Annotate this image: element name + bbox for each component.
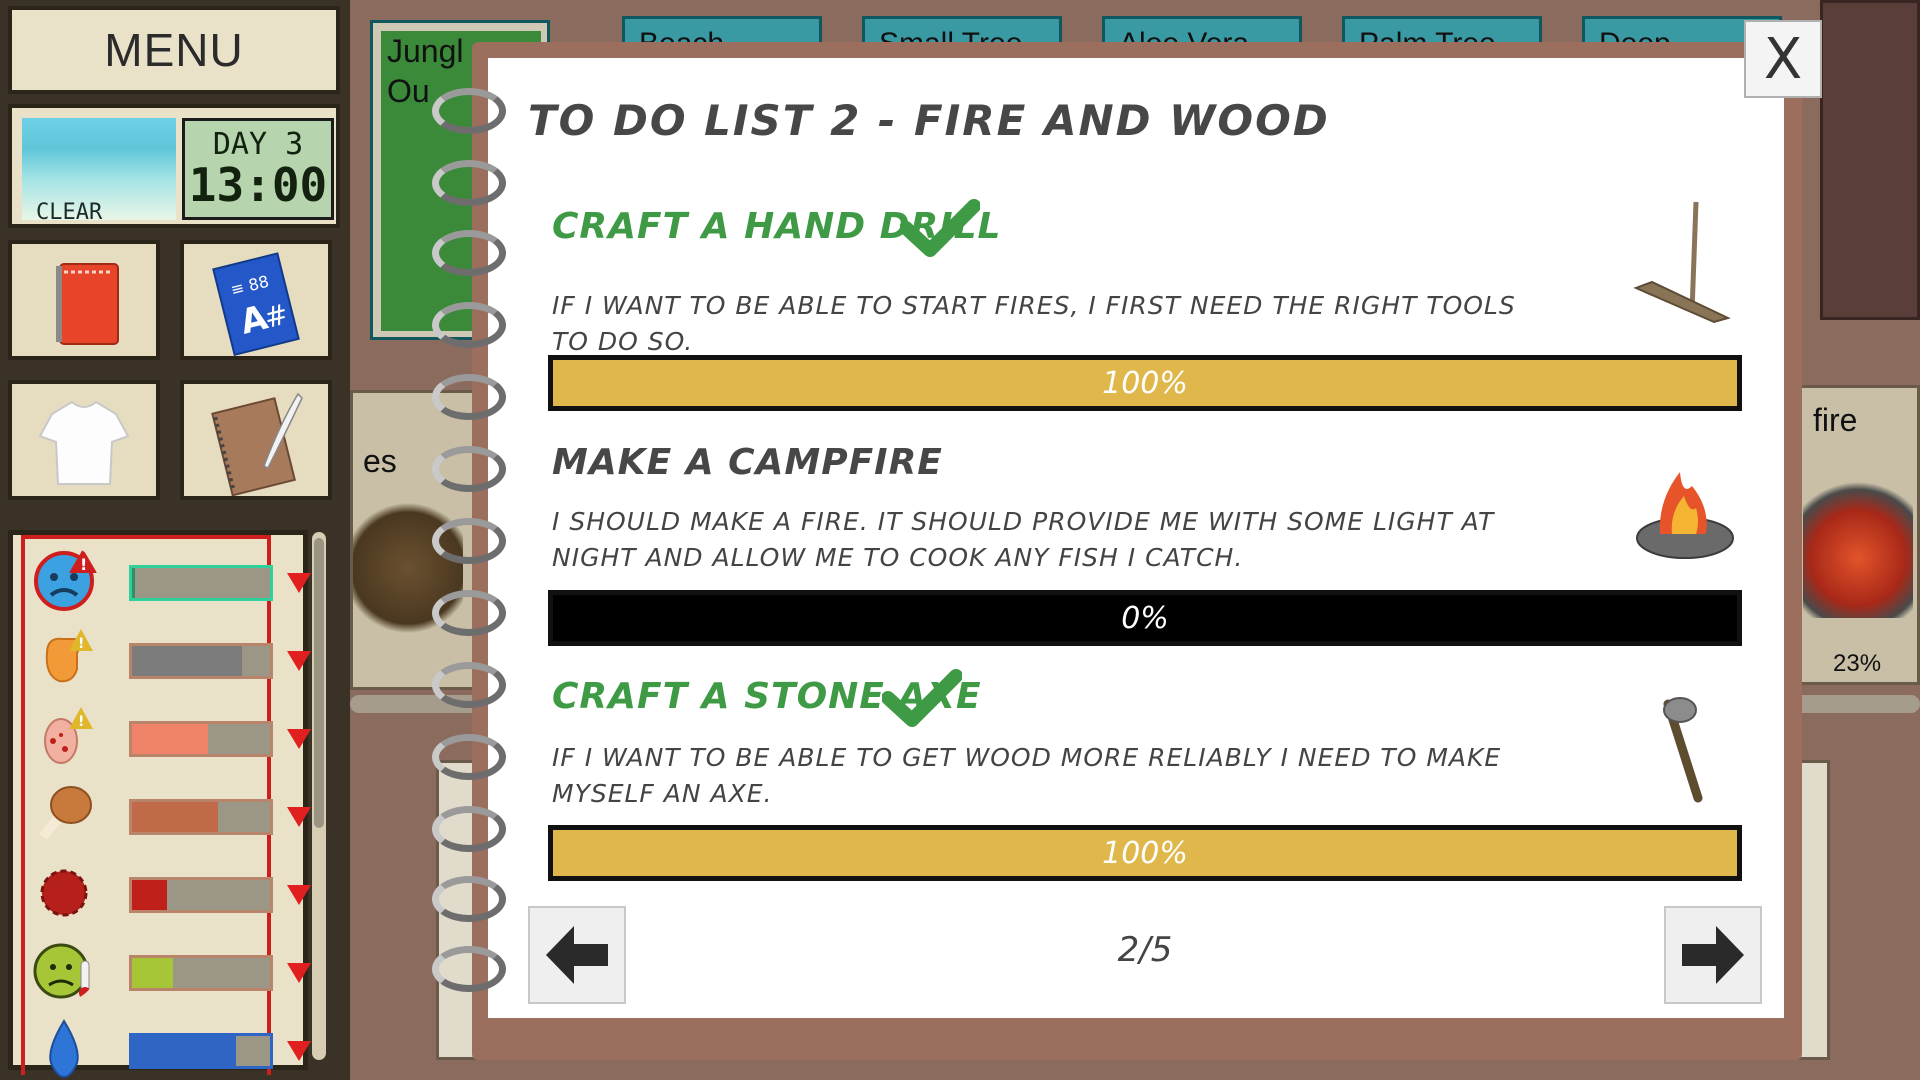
svg-text:!: ! [78,636,84,652]
decreasing-arrow-icon [287,885,311,905]
progress-bar-campfire: 0% [548,590,1742,646]
stats-list: ! ! ! [21,535,311,1079]
previous-page-button[interactable] [528,906,626,1004]
menu-button[interactable]: MENU [8,6,340,94]
thirst-bar [129,1033,273,1069]
injured-foot-icon: ! [44,707,93,764]
decreasing-arrow-icon [287,573,311,593]
side-card [1820,0,1920,320]
checkmark-icon [882,669,962,727]
decreasing-arrow-icon [287,729,311,749]
clock-day: DAY 3 [212,127,304,162]
bush-card-label: es [363,443,397,479]
water-drop-icon [49,1019,79,1079]
sick-face-thermometer-icon [33,943,91,999]
todo-notebook-button[interactable] [8,240,160,360]
spiral-ring [432,446,506,492]
game-clock: DAY 3 13:00 [182,118,334,220]
weather-label: CLEAR [36,200,103,225]
task-description-campfire: I SHOULD MAKE A FIRE. IT SHOULD PROVIDE … [552,507,1495,572]
spiral-ring [432,230,506,276]
progress-bar-hand-drill: 100% [548,355,1742,411]
stats-panel: ! ! ! [8,530,311,1079]
blood-icon [40,869,88,917]
stat-pain[interactable]: ! [25,617,311,687]
weather-sky-image: CLEAR [22,118,176,225]
pain-bar [129,643,273,679]
foot-health-bar [129,721,273,757]
location-card-title-1: Jungl [387,33,464,69]
blue-map-icon: ≡ 88 A # [212,252,300,357]
stat-thirst[interactable] [25,1007,311,1079]
progress-label: 100% [1102,835,1188,871]
hand-drill-icon [1633,201,1731,324]
journal-button[interactable] [180,380,332,500]
tshirt-icon [38,400,130,485]
sad-face-icon: ! [34,549,97,611]
journal-quill-icon [211,392,303,497]
campfire-icon [1636,472,1734,559]
checkmark-icon [900,199,980,257]
map-button[interactable]: ≡ 88 A # [180,240,332,360]
stat-blood[interactable] [25,851,311,921]
hurt-hand-icon: ! [45,629,93,683]
stat-temperature[interactable] [25,929,311,999]
spiral-ring [432,946,506,992]
notebook-title: TO DO LIST 2 - FIRE AND WOOD [528,96,1330,145]
stone-axe-icon [1663,697,1703,803]
progress-bar-stone-axe: 100% [548,825,1742,881]
stat-foot-health[interactable]: ! [25,695,311,765]
arrow-left-icon [546,926,608,984]
sidebar: MENU CLEAR DAY 3 13:00 ≡ 88 A # ! ! ! [0,0,350,1080]
red-notebook-icon [56,263,119,345]
campfire-card-percent: 23% [1833,650,1882,677]
spiral-ring [432,662,506,708]
campfire-card-label: fire [1813,402,1858,438]
task-description-hand-drill: IF I WANT TO BE ABLE TO START FIRES, I F… [552,291,1516,356]
task-title-campfire: MAKE A CAMPFIRE [552,442,943,483]
decreasing-arrow-icon [287,963,311,983]
temperature-bar [129,955,273,991]
svg-text:!: ! [78,714,84,730]
arrow-right-icon [1682,926,1744,984]
mood-bar [129,565,273,601]
stat-mood[interactable]: ! [25,539,311,611]
spiral-ring [432,88,506,134]
stats-scrollbar-thumb[interactable] [314,538,324,828]
next-page-button[interactable] [1664,906,1762,1004]
spiral-ring [432,590,506,636]
clock-time: 13:00 [188,158,328,212]
decreasing-arrow-icon [287,807,311,827]
spiral-ring [432,302,506,348]
hunger-bar [129,799,273,835]
close-button[interactable]: X [1744,20,1822,98]
spiral-ring [432,734,506,780]
spiral-ring [432,374,506,420]
meat-drumstick-icon [39,786,92,840]
spiral-ring [432,518,506,564]
progress-label: 100% [1102,365,1188,401]
stats-scrollbar[interactable] [312,532,326,1060]
decreasing-arrow-icon [287,651,311,671]
spiral-ring [432,160,506,206]
spiral-ring [432,876,506,922]
task-description-stone-axe: IF I WANT TO BE ABLE TO GET WOOD MORE RE… [552,743,1502,808]
spiral-ring [432,806,506,852]
location-card-title-2: Ou [387,73,430,109]
decreasing-arrow-icon [287,1041,311,1061]
blood-bar [129,877,273,913]
svg-text:!: ! [80,555,87,574]
clothing-button[interactable] [8,380,160,500]
page-indicator: 2/5 [1117,930,1173,970]
stat-hunger[interactable] [25,773,311,843]
weather-clock-panel: CLEAR DAY 3 13:00 [8,104,340,228]
campfire-card[interactable]: fire 23% [1790,385,1920,685]
progress-label: 0% [1121,600,1169,636]
